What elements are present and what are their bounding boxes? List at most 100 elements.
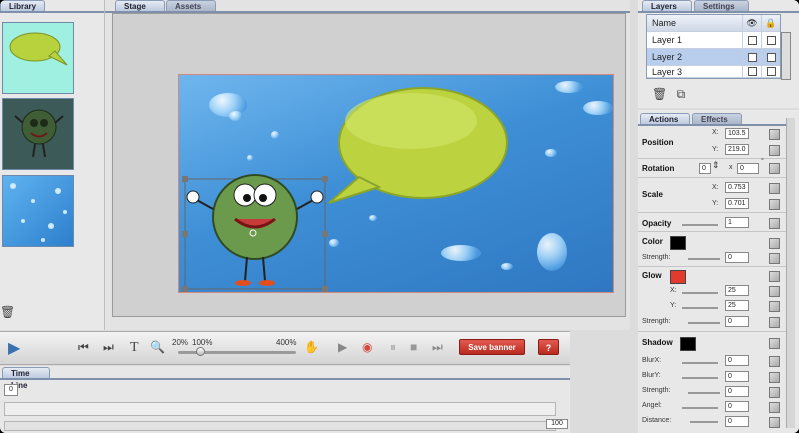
timeline-panel: Time Line 0 100	[0, 366, 570, 433]
play-icon[interactable]: ▶	[8, 338, 20, 358]
scale-y-label: Y:	[712, 200, 719, 207]
lock-toggle[interactable]	[769, 317, 780, 328]
lock-toggle[interactable]	[769, 183, 780, 194]
shadow-strength-input[interactable]: 0	[725, 386, 749, 397]
shadow-distance-input[interactable]: 0	[725, 416, 749, 427]
help-button[interactable]: ?	[538, 339, 559, 355]
glow-x-input[interactable]: 25	[725, 285, 749, 296]
shadow-strength-label: Strength:	[642, 387, 671, 394]
eye-icon: 👁	[742, 15, 761, 31]
lock-toggle[interactable]	[769, 372, 780, 383]
scale-label: Scale	[642, 190, 663, 199]
first-frame-icon[interactable]: ⏮	[78, 340, 89, 355]
divider	[638, 212, 788, 213]
banner-canvas[interactable]	[178, 74, 614, 293]
rotation-stepper-icon[interactable]: ⇕	[712, 160, 720, 171]
shadow-distance-slider[interactable]	[690, 421, 718, 423]
text-tool-icon[interactable]: T	[130, 340, 139, 356]
glow-x-slider[interactable]	[682, 292, 718, 294]
lock-toggle[interactable]	[769, 338, 780, 349]
shadow-label: Shadow	[642, 338, 673, 347]
save-banner-button[interactable]: Save banner	[459, 339, 525, 355]
lock-toggle[interactable]	[769, 402, 780, 413]
lock-toggle[interactable]	[769, 145, 780, 156]
record-icon[interactable]: ◉	[362, 340, 372, 354]
next-frame-icon[interactable]: ⏭	[103, 340, 114, 355]
duplicate-layer-icon[interactable]: ⧉	[677, 87, 686, 101]
trash-icon[interactable]: 🗑	[0, 305, 15, 319]
library-thumb-character[interactable]	[2, 98, 74, 170]
speech-bubble-thumb-image	[9, 32, 68, 66]
shadow-blurx-slider[interactable]	[682, 362, 718, 364]
lock-checkbox[interactable]	[766, 52, 776, 62]
color-swatch[interactable]	[670, 236, 686, 250]
lock-toggle[interactable]	[769, 238, 780, 249]
scale-x-input[interactable]: 0.753	[725, 182, 749, 193]
zoom-slider-knob[interactable]	[196, 347, 205, 356]
hand-tool-icon[interactable]: ✋	[304, 340, 319, 354]
glow-y-input[interactable]: 25	[725, 300, 749, 311]
pause-icon[interactable]: ⏸	[390, 340, 396, 355]
lock-checkbox[interactable]	[766, 67, 776, 76]
library-thumb-speech-bubble[interactable]	[2, 22, 74, 94]
position-y-label: Y:	[712, 146, 719, 153]
color-strength-input[interactable]: 0	[725, 252, 749, 263]
layers-scrollbar[interactable]	[781, 32, 791, 80]
shadow-blurx-input[interactable]: 0	[725, 355, 749, 366]
lock-toggle[interactable]	[769, 286, 780, 297]
glow-x-label: X:	[670, 287, 677, 294]
layer-table: Name 👁 🔒 Layer 1 Layer 2 Layer 3	[646, 14, 781, 79]
library-thumb-water-drops[interactable]	[2, 175, 74, 247]
lock-checkbox[interactable]	[766, 35, 776, 45]
shadow-blury-input[interactable]: 0	[725, 371, 749, 382]
timeline-scrollbar[interactable]	[4, 421, 556, 431]
opacity-slider[interactable]	[682, 224, 718, 226]
stage-box	[112, 13, 626, 317]
lock-toggle[interactable]	[769, 129, 780, 140]
rotation-input[interactable]: 0	[699, 163, 711, 174]
lock-toggle[interactable]	[769, 253, 780, 264]
layer-row[interactable]: Layer 1	[647, 32, 780, 49]
lock-toggle[interactable]	[769, 163, 780, 174]
divider	[638, 177, 788, 178]
color-strength-slider[interactable]	[688, 258, 720, 260]
visibility-checkbox[interactable]	[747, 67, 757, 76]
visibility-checkbox[interactable]	[747, 52, 757, 62]
timeline-track[interactable]	[4, 402, 556, 416]
layer-row[interactable]: Layer 3	[647, 66, 780, 78]
lock-toggle[interactable]	[769, 417, 780, 428]
opacity-input[interactable]: 1	[725, 217, 749, 228]
glow-strength-input[interactable]: 0	[725, 316, 749, 327]
shadow-distance-label: Distance:	[642, 417, 672, 424]
glow-swatch[interactable]	[670, 270, 686, 284]
visibility-checkbox[interactable]	[747, 35, 757, 45]
lock-toggle[interactable]	[769, 356, 780, 367]
properties-scrollbar[interactable]	[786, 118, 795, 428]
delete-layer-icon[interactable]: 🗑	[652, 87, 667, 101]
lock-toggle[interactable]	[769, 271, 780, 282]
shadow-angle-input[interactable]: 0	[725, 401, 749, 412]
app-window: Library 🗑 Stage Assets ▶ ⏮ ⏭ T 🔍 20% 100…	[0, 0, 799, 433]
position-y-input[interactable]: 219.0	[725, 144, 749, 155]
shadow-swatch[interactable]	[680, 337, 696, 351]
layer-row-selected[interactable]: Layer 2	[647, 49, 780, 66]
lock-toggle[interactable]	[769, 387, 780, 398]
shadow-angle-slider[interactable]	[682, 407, 718, 409]
preview-play-icon[interactable]: ▶	[338, 340, 347, 354]
zoom-icon[interactable]: 🔍	[150, 340, 165, 354]
glow-strength-label: Strength:	[642, 318, 671, 325]
last-frame-icon[interactable]: ⏭	[432, 340, 443, 355]
position-x-input[interactable]: 103.5	[725, 128, 749, 139]
rotation-extra-input[interactable]: 0	[737, 163, 759, 174]
lock-toggle[interactable]	[769, 218, 780, 229]
color-strength-label: Strength:	[642, 254, 671, 261]
lock-toggle[interactable]	[769, 301, 780, 312]
props-tabline	[638, 124, 788, 126]
stop-icon[interactable]: ■	[410, 340, 417, 354]
glow-y-slider[interactable]	[682, 307, 718, 309]
shadow-strength-slider[interactable]	[688, 392, 720, 394]
scale-y-input[interactable]: 0.701	[725, 198, 749, 209]
glow-strength-slider[interactable]	[688, 322, 720, 324]
shadow-blury-slider[interactable]	[682, 377, 718, 379]
lock-toggle[interactable]	[769, 199, 780, 210]
